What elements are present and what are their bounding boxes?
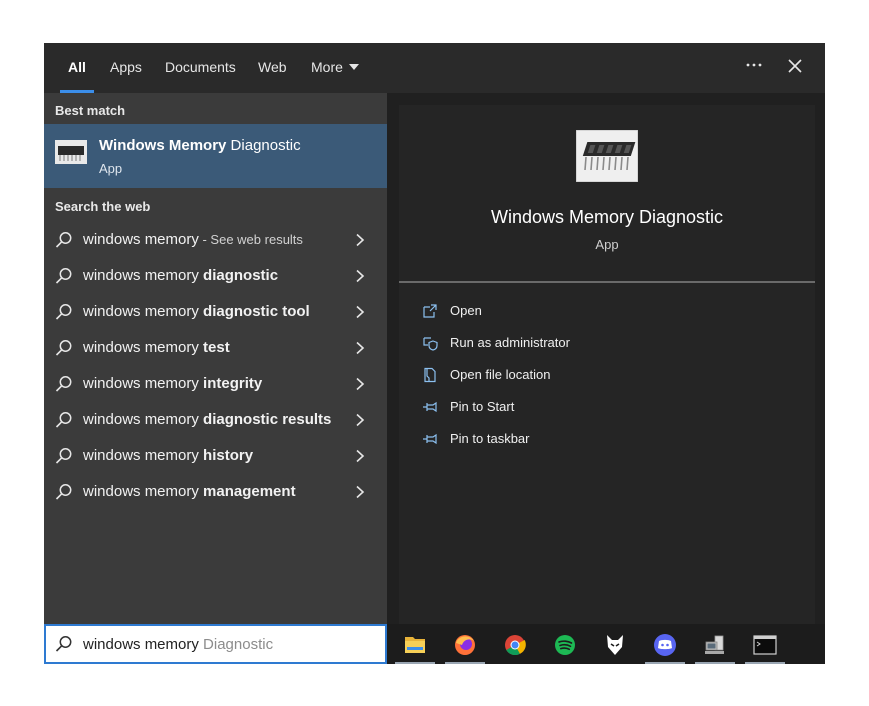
tab-bar: All Apps Documents Web More	[44, 43, 825, 93]
search-icon	[55, 376, 72, 392]
action-label: Run as administrator	[450, 335, 570, 350]
action-label: Open file location	[450, 367, 551, 382]
preview-subtitle: App	[595, 237, 619, 252]
best-match-item[interactable]: Windows Memory Diagnostic App	[44, 124, 387, 188]
tab-web[interactable]: Web	[258, 43, 287, 93]
web-suggestion-text: windows memory integrity	[83, 375, 263, 392]
results-panel: Best match Windows Memory Diagnostic App…	[44, 93, 387, 664]
chevron-right-icon	[356, 485, 365, 499]
web-suggestion-text: windows memory - See web results	[83, 231, 303, 248]
memory-chip-icon	[575, 129, 639, 183]
best-match-subtitle: App	[99, 161, 123, 176]
web-suggestion[interactable]: windows memory diagnostic tool	[44, 294, 387, 330]
taskbar	[387, 624, 825, 664]
search-icon	[55, 340, 72, 356]
memory-chip-icon	[55, 140, 87, 164]
firefox-icon[interactable]	[445, 629, 485, 664]
search-icon	[55, 304, 72, 320]
caret-down-icon	[348, 64, 359, 71]
best-match-label: Best match	[55, 103, 126, 118]
divider	[399, 281, 815, 283]
web-suggestion[interactable]: windows memory history	[44, 438, 387, 474]
web-suggestion[interactable]: windows memory management	[44, 474, 387, 510]
discord-icon[interactable]	[645, 629, 685, 664]
search-suggestion: Diagnostic	[203, 636, 274, 653]
preview-title: Windows Memory Diagnostic	[490, 207, 724, 227]
file-location-icon	[424, 367, 436, 383]
chevron-right-icon	[356, 377, 365, 391]
web-suggestion-text: windows memory management	[83, 483, 296, 500]
search-icon	[55, 412, 72, 428]
search-query: windows memory Diagnostic	[83, 636, 274, 653]
close-icon[interactable]	[785, 56, 805, 76]
pin-icon	[423, 433, 437, 445]
search-icon	[55, 232, 72, 248]
chevron-right-icon	[356, 269, 365, 283]
shield-icon	[423, 337, 438, 351]
search-icon	[55, 448, 72, 464]
action-label: Pin to taskbar	[450, 431, 530, 446]
web-suggestion[interactable]: windows memory - See web results	[44, 222, 387, 258]
web-suggestion-text: windows memory diagnostic tool	[83, 303, 310, 320]
search-icon	[55, 484, 72, 500]
network-computer-icon[interactable]	[695, 629, 735, 664]
action-label: Pin to Start	[450, 399, 515, 414]
web-suggestion-text: windows memory history	[83, 447, 254, 464]
search-window: All Apps Documents Web More Best match W…	[44, 43, 825, 664]
open-icon	[423, 304, 437, 318]
web-suggestion-text: windows memory diagnostic	[83, 267, 279, 284]
chevron-right-icon	[356, 305, 365, 319]
web-suggestion[interactable]: windows memory integrity	[44, 366, 387, 402]
preview-panel: Windows Memory Diagnostic App Open Run a…	[399, 105, 815, 624]
search-icon	[55, 268, 72, 284]
tab-apps[interactable]: Apps	[110, 43, 142, 93]
pin-icon	[423, 401, 437, 413]
tab-more-label: More	[311, 59, 343, 75]
chrome-icon[interactable]	[495, 629, 535, 661]
tab-more[interactable]: More	[311, 43, 359, 93]
web-suggestion[interactable]: windows memory diagnostic results	[44, 402, 387, 438]
file-explorer-icon[interactable]	[395, 629, 435, 664]
search-web-label: Search the web	[55, 199, 151, 214]
best-match-title: Windows Memory Diagnostic	[99, 137, 301, 154]
web-suggestion[interactable]: windows memory diagnostic	[44, 258, 387, 294]
chevron-right-icon	[356, 341, 365, 355]
spotify-icon[interactable]	[545, 629, 585, 661]
tab-all[interactable]: All	[60, 43, 94, 93]
chevron-right-icon	[356, 413, 365, 427]
chevron-right-icon	[356, 233, 365, 247]
ellipsis-icon[interactable]	[744, 55, 764, 75]
terminal-icon[interactable]	[745, 629, 785, 664]
action-label: Open	[450, 303, 482, 318]
search-input[interactable]: windows memory Diagnostic	[44, 624, 387, 664]
web-suggestion-text: windows memory test	[83, 339, 230, 356]
search-icon	[55, 636, 72, 652]
tab-documents[interactable]: Documents	[165, 43, 236, 93]
chevron-right-icon	[356, 449, 365, 463]
web-suggestion-text: windows memory diagnostic results	[83, 411, 332, 428]
web-suggestion[interactable]: windows memory test	[44, 330, 387, 366]
foobar-icon[interactable]	[595, 629, 635, 661]
